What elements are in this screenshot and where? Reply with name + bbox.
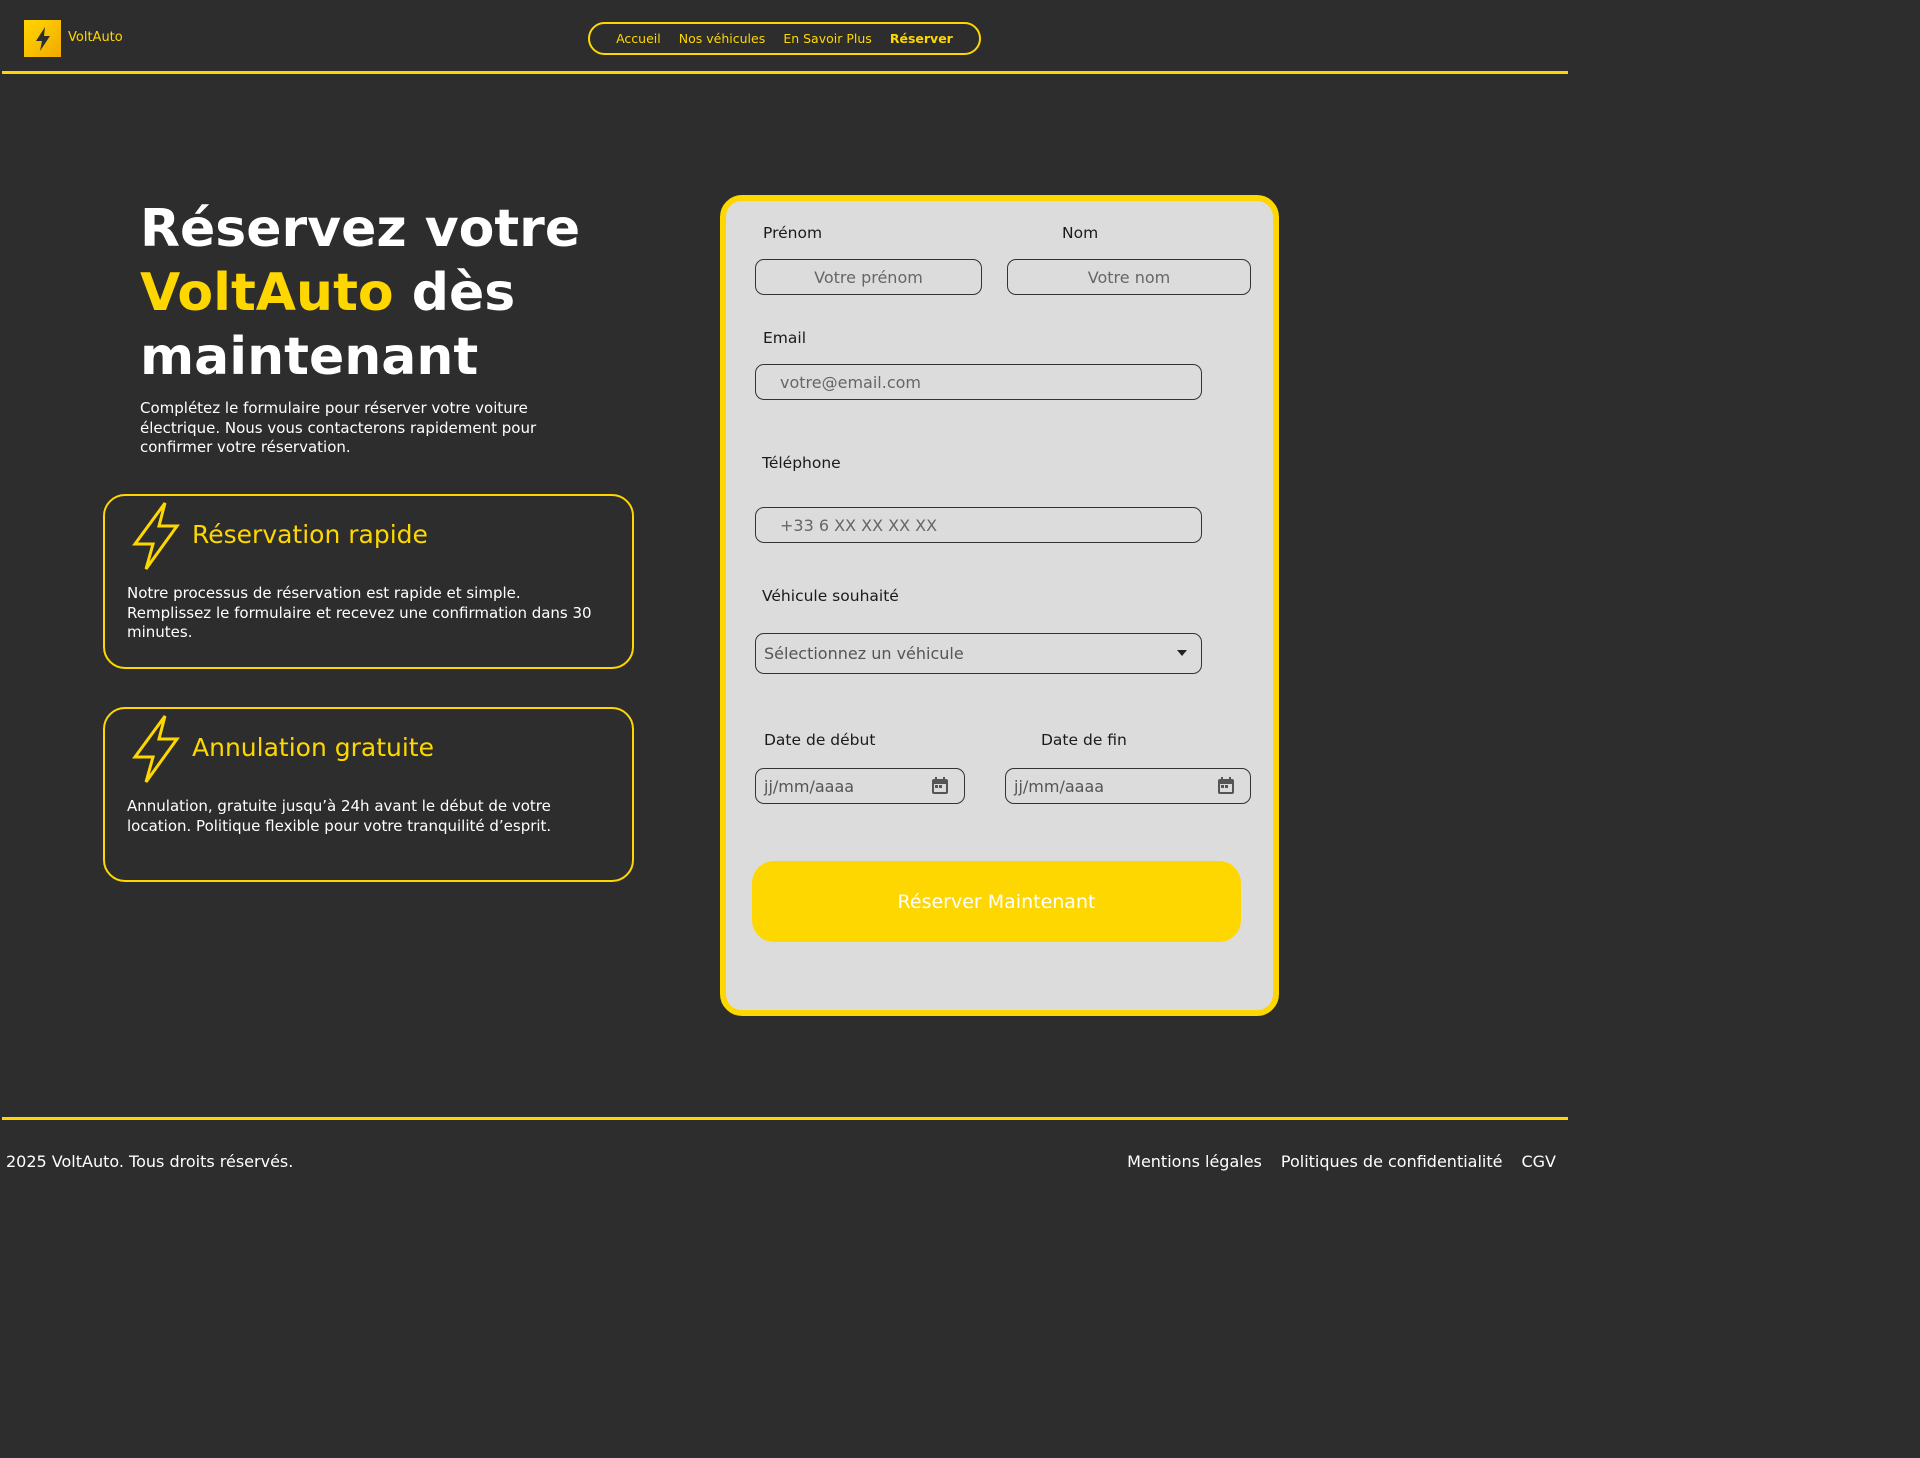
calendar-icon[interactable] xyxy=(1216,776,1236,796)
header-divider xyxy=(2,71,1568,74)
footer-link-privacy[interactable]: Politiques de confidentialité xyxy=(1281,1152,1503,1171)
nav-link-learn-more[interactable]: En Savoir Plus xyxy=(783,31,871,46)
logo[interactable] xyxy=(24,20,61,57)
feature-card-fast-booking: Réservation rapide Notre processus de ré… xyxy=(103,494,634,669)
vehicle-label: Véhicule souhaité xyxy=(762,587,899,605)
email-input[interactable] xyxy=(756,365,1201,399)
hero-title-part1: Réservez votre xyxy=(140,199,581,259)
first-name-input[interactable] xyxy=(756,260,981,294)
last-name-label: Nom xyxy=(1062,224,1099,242)
feature-text: Annulation, gratuite jusqu’à 24h avant l… xyxy=(127,797,552,835)
phone-input[interactable] xyxy=(756,508,1201,542)
hero-title-accent: VoltAuto xyxy=(140,263,394,323)
lightning-bolt-icon xyxy=(132,715,180,783)
calendar-icon[interactable] xyxy=(930,776,950,796)
hero-title-part3: maintenant xyxy=(140,327,479,387)
page: VoltAuto Accueil Nos véhicules En Savoir… xyxy=(0,0,1568,1191)
footer-copyright: 2025 VoltAuto. Tous droits réservés. xyxy=(6,1152,294,1171)
hero-title: Réservez votre VoltAuto dès maintenant xyxy=(140,197,660,389)
chevron-down-icon xyxy=(1177,650,1187,656)
footer-divider xyxy=(2,1117,1568,1120)
lightning-bolt-icon xyxy=(35,26,50,51)
submit-booking-button[interactable]: Réserver Maintenant xyxy=(752,861,1241,942)
last-name-field[interactable] xyxy=(1007,259,1251,295)
vehicle-select[interactable]: Sélectionnez un véhicule xyxy=(755,633,1202,674)
lightning-bolt-icon xyxy=(132,502,180,570)
first-name-label: Prénom xyxy=(763,224,823,242)
email-label: Email xyxy=(763,329,807,347)
feature-title: Annulation gratuite xyxy=(192,733,434,762)
site-header: VoltAuto Accueil Nos véhicules En Savoir… xyxy=(0,0,1568,75)
main-nav: Accueil Nos véhicules En Savoir Plus Rés… xyxy=(588,22,981,55)
hero-description: Complétez le formulaire pour réserver vo… xyxy=(140,399,537,456)
nav-link-vehicles[interactable]: Nos véhicules xyxy=(679,31,765,46)
footer-link-legal[interactable]: Mentions légales xyxy=(1127,1152,1262,1171)
email-field[interactable] xyxy=(755,364,1202,400)
phone-label: Téléphone xyxy=(762,454,841,472)
feature-title: Réservation rapide xyxy=(192,520,428,549)
feature-text: Notre processus de réservation est rapid… xyxy=(127,584,592,641)
start-date-input[interactable]: jj/mm/aaaa xyxy=(755,768,965,804)
nav-link-home[interactable]: Accueil xyxy=(616,31,661,46)
first-name-field[interactable] xyxy=(755,259,982,295)
last-name-input[interactable] xyxy=(1008,260,1250,294)
end-date-placeholder: jj/mm/aaaa xyxy=(1014,776,1105,796)
start-date-placeholder: jj/mm/aaaa xyxy=(764,776,855,796)
end-date-input[interactable]: jj/mm/aaaa xyxy=(1005,768,1251,804)
hero-title-part2: dès xyxy=(393,263,516,323)
feature-card-free-cancellation: Annulation gratuite Annulation, gratuite… xyxy=(103,707,634,882)
start-date-label: Date de début xyxy=(764,731,876,749)
brand-name[interactable]: VoltAuto xyxy=(68,30,123,45)
phone-field[interactable] xyxy=(755,507,1202,543)
footer-links: Mentions légales Politiques de confident… xyxy=(1127,1152,1556,1171)
footer-link-terms[interactable]: CGV xyxy=(1521,1152,1556,1171)
nav-link-book[interactable]: Réserver xyxy=(890,31,953,46)
vehicle-select-value: Sélectionnez un véhicule xyxy=(764,644,964,663)
end-date-label: Date de fin xyxy=(1041,731,1127,749)
